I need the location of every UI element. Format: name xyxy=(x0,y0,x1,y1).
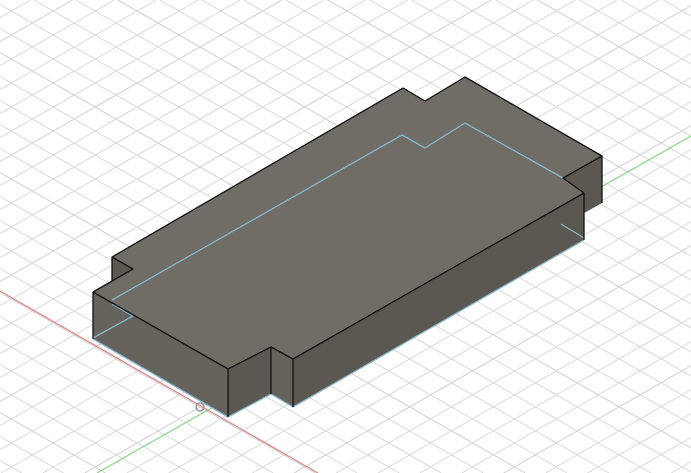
grid-line-x xyxy=(621,0,691,41)
grid-line-y xyxy=(0,0,115,67)
grid-line-y xyxy=(629,437,691,473)
extruded-body[interactable] xyxy=(92,76,603,418)
grid-line-y xyxy=(419,317,691,473)
model-canvas[interactable] xyxy=(0,0,691,473)
grid-line-y xyxy=(0,0,325,187)
grid-line-y xyxy=(0,0,283,163)
grid-line-y xyxy=(545,389,691,473)
grid-line-x xyxy=(579,0,691,65)
grid-line-y xyxy=(461,341,691,473)
grid-line-x xyxy=(537,0,691,89)
grid-line-y xyxy=(0,0,31,19)
grid-line-y xyxy=(587,413,691,473)
grid-line-x xyxy=(495,0,691,113)
grid-line-y xyxy=(503,365,691,473)
3d-viewport[interactable] xyxy=(0,0,691,473)
grid-line-y xyxy=(0,0,199,115)
grid-line-y xyxy=(670,461,691,473)
grid-line-y xyxy=(0,0,157,91)
